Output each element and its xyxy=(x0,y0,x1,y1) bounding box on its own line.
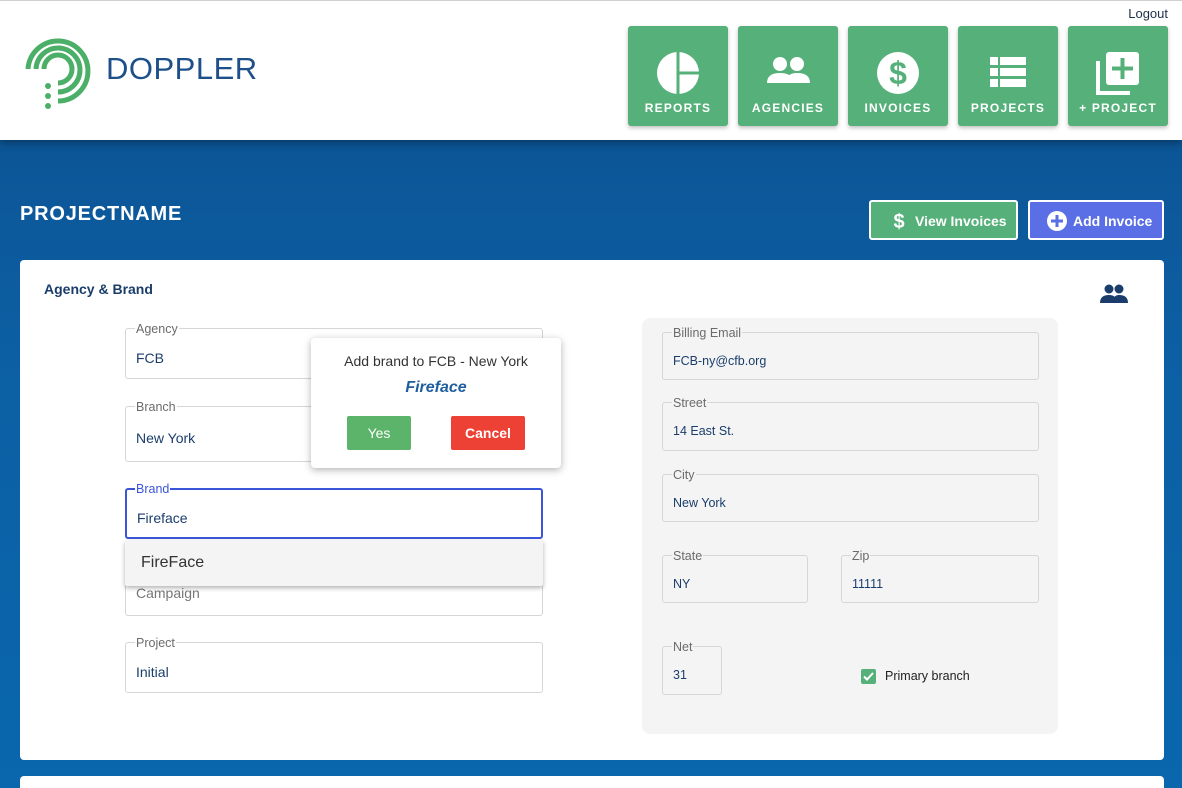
brand-value: Fireface xyxy=(137,510,188,526)
add-invoice-button[interactable]: Add Invoice xyxy=(1028,200,1164,240)
nav-add-project-label: + PROJECT xyxy=(1079,101,1157,115)
view-invoices-button[interactable]: $ View Invoices xyxy=(869,200,1018,240)
net-value: 31 xyxy=(673,668,687,682)
logo-text: DOPPLER xyxy=(106,51,258,86)
add-invoice-label: Add Invoice xyxy=(1073,213,1153,229)
project-value: Initial xyxy=(136,664,169,680)
add-circle-icon xyxy=(1047,211,1067,231)
nav-add-project-button[interactable]: + PROJECT xyxy=(1068,26,1168,126)
brand-input[interactable]: Brand Fireface xyxy=(125,482,543,539)
billing-email-field[interactable]: Billing Email FCB-ny@cfb.org xyxy=(662,326,1039,380)
add-box-icon xyxy=(1096,52,1139,95)
zip-label: Zip xyxy=(851,549,871,563)
branch-label: Branch xyxy=(135,400,177,414)
billing-email-value: FCB-ny@cfb.org xyxy=(673,354,767,368)
campaign-placeholder: Campaign xyxy=(136,585,200,601)
zip-field[interactable]: Zip 11111 xyxy=(841,549,1039,603)
brand-suggestion-option[interactable]: FireFace xyxy=(141,554,204,572)
net-label: Net xyxy=(672,640,694,654)
cancel-button[interactable]: Cancel xyxy=(451,416,525,450)
nav-projects-button[interactable]: PROJECTS xyxy=(958,26,1058,126)
street-value: 14 East St. xyxy=(673,424,735,438)
nav-reports-button[interactable]: REPORTS xyxy=(628,26,728,126)
popup-message: Add brand to FCB - New York xyxy=(344,353,528,369)
brand-label: Brand xyxy=(135,482,171,496)
checkmark-icon xyxy=(863,672,874,681)
doppler-logo[interactable]: DOPPLER xyxy=(16,29,258,113)
primary-branch-label: Primary branch xyxy=(885,669,970,683)
brand-suggestions-dropdown: FireFace xyxy=(125,540,543,586)
city-field[interactable]: City New York xyxy=(662,468,1039,522)
street-field[interactable]: Street 14 East St. xyxy=(662,396,1039,451)
primary-branch-checkbox[interactable] xyxy=(861,669,876,684)
dollar-circle-icon: $ xyxy=(877,52,919,94)
next-section-card xyxy=(20,776,1164,788)
doppler-logo-icon xyxy=(25,38,91,109)
nav-invoices-button[interactable]: $ INVOICES xyxy=(848,26,948,126)
popup-brand-name: Fireface xyxy=(405,379,467,396)
nav-agencies-label: AGENCIES xyxy=(751,101,825,115)
state-label: State xyxy=(672,549,704,563)
people-icon[interactable] xyxy=(1100,283,1128,305)
nav-projects-label: PROJECTS xyxy=(970,101,1046,115)
net-field[interactable]: Net 31 xyxy=(662,640,722,695)
nav-invoices-label: INVOICES xyxy=(864,101,932,115)
city-label: City xyxy=(672,468,696,482)
branch-value: New York xyxy=(136,430,196,446)
state-field[interactable]: State NY xyxy=(662,549,808,603)
people-icon xyxy=(767,57,810,83)
agency-label: Agency xyxy=(135,322,179,336)
logout-link[interactable]: Logout xyxy=(1128,6,1168,21)
city-value: New York xyxy=(673,496,726,510)
svg-text:$: $ xyxy=(889,55,907,91)
view-invoices-label: View Invoices xyxy=(915,213,1007,229)
add-brand-confirm-popup: Add brand to FCB - New York Fireface Yes… xyxy=(311,338,561,468)
app-header: DOPPLER Logout REPORTS AGENCIES $ INVOIC… xyxy=(0,0,1182,140)
project-field[interactable]: Project Initial xyxy=(125,636,543,693)
page-title: PROJECTNAME xyxy=(20,203,183,225)
pie-chart-icon xyxy=(657,51,700,95)
svg-text:$: $ xyxy=(893,211,904,232)
project-label: Project xyxy=(135,636,176,650)
billing-email-label: Billing Email xyxy=(672,326,743,340)
nav-agencies-button[interactable]: AGENCIES xyxy=(738,26,838,126)
billing-panel: Billing Email FCB-ny@cfb.org Street 14 E… xyxy=(642,318,1058,734)
street-label: Street xyxy=(672,396,708,410)
zip-value: 11111 xyxy=(852,577,884,591)
nav-reports-label: REPORTS xyxy=(644,101,712,115)
yes-button[interactable]: Yes xyxy=(347,416,411,450)
state-value: NY xyxy=(673,577,691,591)
section-title: Agency & Brand xyxy=(44,281,153,297)
list-icon xyxy=(990,57,1026,87)
agency-value: FCB xyxy=(136,350,164,366)
dollar-icon: $ xyxy=(893,211,904,232)
agency-brand-card: Agency & Brand Agency FCB Branch New Yor… xyxy=(20,260,1164,760)
